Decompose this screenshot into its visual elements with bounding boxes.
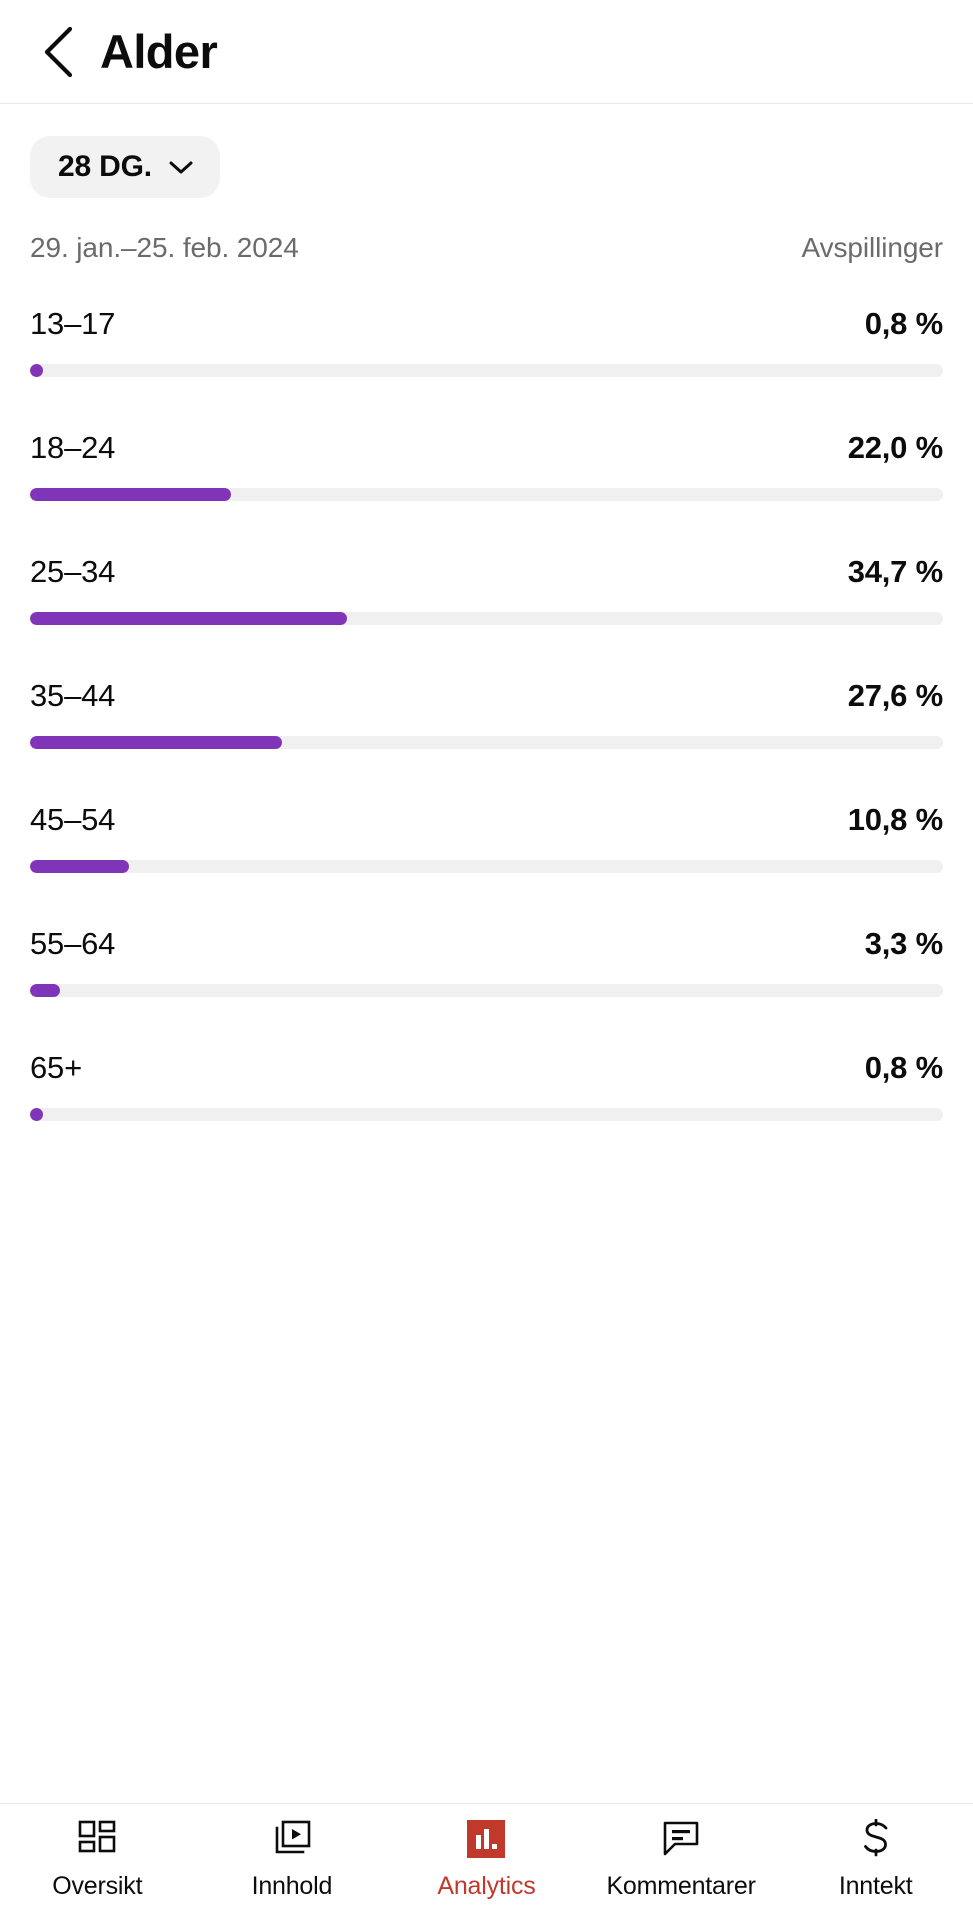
age-breakdown-list: 13–17 0,8 % 18–24 22,0 % 25–34 34,7 % 35–44 27,… <box>30 306 943 1121</box>
age-group-progress-track <box>30 1108 943 1121</box>
age-group-progress-track <box>30 488 943 501</box>
age-group-percentage: 0,8 % <box>864 306 943 341</box>
age-group-progress-track <box>30 736 943 749</box>
chevron-left-icon <box>41 25 75 79</box>
nav-item-label: Oversikt <box>52 1871 143 1900</box>
age-group-header: 18–24 22,0 % <box>30 430 943 466</box>
age-group-progress-fill <box>30 736 282 749</box>
age-group-progress-fill <box>30 364 43 377</box>
nav-item-inntekt[interactable]: Inntekt <box>778 1804 973 1915</box>
age-group-progress-fill <box>30 984 61 997</box>
metric-header-row: 29. jan.–25. feb. 2024 Avspillinger <box>30 232 943 264</box>
age-group-progress-track <box>30 860 943 873</box>
nav-item-innhold[interactable]: Innhold <box>195 1804 390 1915</box>
age-group-progress-track <box>30 984 943 997</box>
age-group-row: 35–44 27,6 % <box>30 678 943 749</box>
age-group-header: 13–17 0,8 % <box>30 306 943 342</box>
age-group-progress-fill <box>30 1108 43 1121</box>
age-group-progress-fill <box>30 488 231 501</box>
age-group-percentage: 34,7 % <box>847 554 944 589</box>
dollar-sign-icon <box>860 1818 892 1859</box>
age-group-label: 18–24 <box>30 430 116 465</box>
bottom-navigation: Oversikt Innhold Analytics Kommentarer Innte… <box>0 1803 973 1915</box>
nav-item-label: Innhold <box>251 1871 333 1900</box>
age-group-header: 65+ 0,8 % <box>30 1050 943 1086</box>
video-stack-icon <box>272 1819 312 1859</box>
age-group-percentage: 27,6 % <box>847 678 944 713</box>
age-group-row: 18–24 22,0 % <box>30 430 943 501</box>
metric-column-label: Avspillinger <box>801 232 944 263</box>
age-group-percentage: 22,0 % <box>847 430 944 465</box>
age-group-label: 35–44 <box>30 678 116 713</box>
nav-item-label: Kommentarer <box>606 1871 756 1900</box>
comment-bubble-icon <box>662 1819 700 1859</box>
page-title: Alder <box>100 25 218 78</box>
nav-item-kommentarer[interactable]: Kommentarer <box>584 1804 779 1915</box>
age-group-label: 55–64 <box>30 926 116 961</box>
date-range-filter-label: 28 DG. <box>58 150 152 183</box>
age-group-percentage: 0,8 % <box>864 1050 943 1085</box>
age-group-header: 25–34 34,7 % <box>30 554 943 590</box>
content-area: 28 DG. 29. jan.–25. feb. 2024 Avspilling… <box>0 104 973 1803</box>
filter-row: 28 DG. <box>30 104 943 198</box>
app-header: Alder <box>0 0 973 104</box>
age-group-percentage: 3,3 % <box>864 926 943 961</box>
age-group-header: 55–64 3,3 % <box>30 926 943 962</box>
nav-item-label: Inntekt <box>838 1871 913 1900</box>
age-group-header: 45–54 10,8 % <box>30 802 943 838</box>
age-group-percentage: 10,8 % <box>847 802 944 837</box>
age-group-label: 45–54 <box>30 802 116 837</box>
age-group-row: 25–34 34,7 % <box>30 554 943 625</box>
age-group-label: 65+ <box>30 1050 82 1085</box>
age-group-label: 13–17 <box>30 306 116 341</box>
bar-chart-icon <box>467 1819 506 1859</box>
age-group-row: 65+ 0,8 % <box>30 1050 943 1121</box>
date-range-text: 29. jan.–25. feb. 2024 <box>30 232 299 263</box>
age-analytics-screen: Alder 28 DG. 29. jan.–25. feb. 2024 Avsp… <box>0 0 973 1915</box>
nav-item-label: Analytics <box>437 1871 536 1900</box>
age-group-progress-track <box>30 612 943 625</box>
nav-item-oversikt[interactable]: Oversikt <box>0 1804 195 1915</box>
age-group-row: 13–17 0,8 % <box>30 306 943 377</box>
age-group-row: 45–54 10,8 % <box>30 802 943 873</box>
age-group-label: 25–34 <box>30 554 116 589</box>
age-group-progress-fill <box>30 860 129 873</box>
age-group-progress-track <box>30 364 943 377</box>
chevron-down-icon <box>168 159 194 175</box>
back-button[interactable] <box>30 24 86 80</box>
age-group-progress-fill <box>30 612 347 625</box>
age-group-header: 35–44 27,6 % <box>30 678 943 714</box>
date-range-filter-chip[interactable]: 28 DG. <box>30 136 220 198</box>
dashboard-grid-icon <box>78 1819 116 1859</box>
age-group-row: 55–64 3,3 % <box>30 926 943 997</box>
nav-item-analytics[interactable]: Analytics <box>389 1804 584 1915</box>
